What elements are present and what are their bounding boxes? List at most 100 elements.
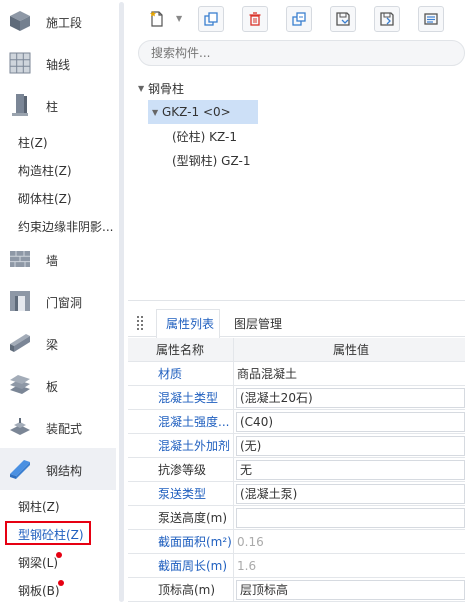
- property-name: 抗渗等级: [128, 458, 234, 482]
- component-sidebar: 施工段 轴线 柱 柱(Z) 构造柱(Z) 砌体柱(Z) 约束边缘非阴影... 墙…: [0, 0, 116, 607]
- property-name[interactable]: 截面周长(m): [128, 554, 234, 578]
- beam-icon: [10, 334, 30, 352]
- drag-handle-icon[interactable]: [137, 316, 145, 330]
- property-value[interactable]: 层顶标高: [236, 580, 465, 600]
- property-value[interactable]: (混凝土20石): [236, 388, 465, 408]
- sidebar-item-label: 施工段: [46, 16, 83, 30]
- new-file-icon: [150, 11, 163, 27]
- sidebar-item-beam[interactable]: 梁: [0, 322, 116, 364]
- sidebar-item-label: 轴线: [46, 58, 71, 72]
- property-row: 混凝土外加剂 (无): [128, 434, 465, 458]
- sidebar-subitem-steel-column[interactable]: 钢柱(Z): [0, 492, 116, 520]
- sidebar-scrollbar[interactable]: [116, 0, 128, 607]
- steel-structure-icon: [10, 460, 30, 479]
- property-value: 0.16: [237, 535, 264, 549]
- sidebar-item-prefab[interactable]: 装配式: [0, 406, 116, 448]
- tree-node-label: (砼柱) KZ-1: [172, 129, 238, 144]
- property-name[interactable]: 材质: [128, 362, 234, 386]
- sidebar-item-label: 柱: [46, 100, 59, 114]
- column-header-value: 属性值: [332, 343, 369, 357]
- component-search-input[interactable]: [138, 40, 465, 66]
- sidebar-subitem-label: 砌体柱(Z): [18, 191, 72, 206]
- grid-axis-icon: [9, 52, 31, 74]
- sidebar-item-grid-axis[interactable]: 轴线: [0, 42, 116, 84]
- chevron-down-icon[interactable]: ▼: [176, 15, 184, 23]
- caret-down-icon[interactable]: ▼: [152, 108, 162, 117]
- sidebar-subitem-label: 构造柱(Z): [18, 163, 72, 178]
- sidebar-item-label: 墙: [46, 254, 59, 268]
- property-name: 泵送高度(m): [128, 506, 234, 530]
- property-row: 抗渗等级 无: [128, 458, 465, 482]
- tree-node-label: GKZ-1 <0>: [162, 105, 231, 119]
- sidebar-subitem-steel-concrete-column[interactable]: 型钢砼柱(Z): [0, 520, 116, 548]
- property-row: 材质 商品混凝土: [128, 362, 465, 386]
- list-icon: [424, 13, 438, 25]
- tab-layer-management[interactable]: 图层管理: [234, 315, 282, 332]
- property-row: 截面面积(m²) 0.16: [128, 530, 465, 554]
- property-name[interactable]: 混凝土强度...: [128, 410, 234, 434]
- column-header-name: 属性名称: [128, 338, 234, 362]
- property-row: 混凝土强度... (C40): [128, 410, 465, 434]
- delete-button[interactable]: [242, 6, 268, 32]
- notification-dot: [56, 552, 62, 558]
- property-value: 1.6: [237, 559, 257, 573]
- sidebar-subitem-steel-plate[interactable]: 钢板(B): [0, 576, 116, 604]
- wall-icon: [10, 251, 30, 267]
- tree-node-label: 钢骨柱: [148, 81, 185, 96]
- sidebar-subitem-label: 约束边缘非阴影...: [18, 219, 114, 234]
- sidebar-subitem-constraint-edge[interactable]: 约束边缘非阴影...: [0, 212, 116, 240]
- sidebar-item-construction-section[interactable]: 施工段: [0, 0, 116, 42]
- property-name[interactable]: 截面面积(m²): [128, 530, 234, 554]
- property-value[interactable]: (混凝土泵): [236, 484, 465, 504]
- list-view-button[interactable]: [418, 6, 444, 32]
- caret-down-icon[interactable]: ▼: [138, 84, 148, 93]
- save-button[interactable]: [330, 6, 356, 32]
- property-value[interactable]: 无: [236, 460, 465, 480]
- property-name: 顶标高(m): [128, 578, 234, 602]
- copy-button[interactable]: [198, 6, 224, 32]
- sidebar-item-label: 钢结构: [46, 464, 83, 478]
- tree-node-gkz-1[interactable]: ▼ GKZ-1 <0>: [148, 100, 258, 124]
- property-value[interactable]: 商品混凝土: [234, 362, 465, 386]
- sidebar-item-steel-structure[interactable]: 钢结构: [0, 448, 116, 490]
- sidebar-item-wall[interactable]: 墙: [0, 238, 116, 280]
- export-icon: [380, 12, 394, 26]
- property-row: 截面周长(m) 1.6: [128, 554, 465, 578]
- property-row: 混凝土类型 (混凝土20石): [128, 386, 465, 410]
- tree-node-steel-core-column[interactable]: ▼ 钢骨柱: [138, 76, 184, 100]
- property-name[interactable]: 混凝土外加剂: [128, 434, 234, 458]
- sidebar-item-column[interactable]: 柱: [0, 84, 116, 126]
- property-value[interactable]: (无): [236, 436, 465, 456]
- sidebar-subitem-label: 钢板(B): [18, 583, 60, 598]
- sidebar-subitem-masonry-column[interactable]: 砌体柱(Z): [0, 184, 116, 212]
- sidebar-item-label: 装配式: [46, 422, 83, 436]
- sidebar-scrollbar-thumb[interactable]: [119, 2, 124, 602]
- property-value[interactable]: [236, 508, 465, 528]
- tree-node-steel-gz-1[interactable]: (型钢柱) GZ-1: [172, 148, 250, 172]
- sidebar-item-slab[interactable]: 板: [0, 364, 116, 406]
- export-button[interactable]: [374, 6, 400, 32]
- column-icon: [12, 94, 28, 116]
- layers-copy-icon: [292, 12, 306, 26]
- property-row: 泵送类型 (混凝土泵): [128, 482, 465, 506]
- property-name[interactable]: 混凝土类型: [128, 386, 234, 410]
- component-toolbar: ▼: [138, 6, 465, 32]
- sidebar-item-door-window[interactable]: 门窗洞: [0, 280, 116, 322]
- property-row: 顶标高(m) 层顶标高: [128, 578, 465, 602]
- door-window-icon: [10, 291, 30, 311]
- tab-property-list[interactable]: 属性列表: [166, 315, 214, 332]
- new-component-button[interactable]: [144, 6, 170, 32]
- properties-panel: 属性列表 图层管理 属性名称 属性值 材质 商品混凝土 混凝土类型 (混凝土20…: [128, 300, 465, 607]
- sidebar-subitem-constructional-column[interactable]: 构造柱(Z): [0, 156, 116, 184]
- sidebar-subitem-column[interactable]: 柱(Z): [0, 128, 116, 156]
- property-name[interactable]: 泵送类型: [128, 482, 234, 506]
- sidebar-subitem-label: 钢柱(Z): [18, 499, 60, 514]
- property-value[interactable]: (C40): [236, 412, 465, 432]
- properties-tabbar: 属性列表 图层管理: [128, 309, 465, 338]
- tree-node-concrete-kz-1[interactable]: (砼柱) KZ-1: [172, 124, 237, 148]
- sidebar-subitem-steel-beam[interactable]: 钢梁(L): [0, 548, 116, 576]
- sidebar-subitem-label: 钢梁(L): [18, 555, 59, 570]
- sidebar-item-label: 梁: [46, 338, 59, 352]
- property-row: 泵送高度(m): [128, 506, 465, 530]
- copy-to-floor-button[interactable]: [286, 6, 312, 32]
